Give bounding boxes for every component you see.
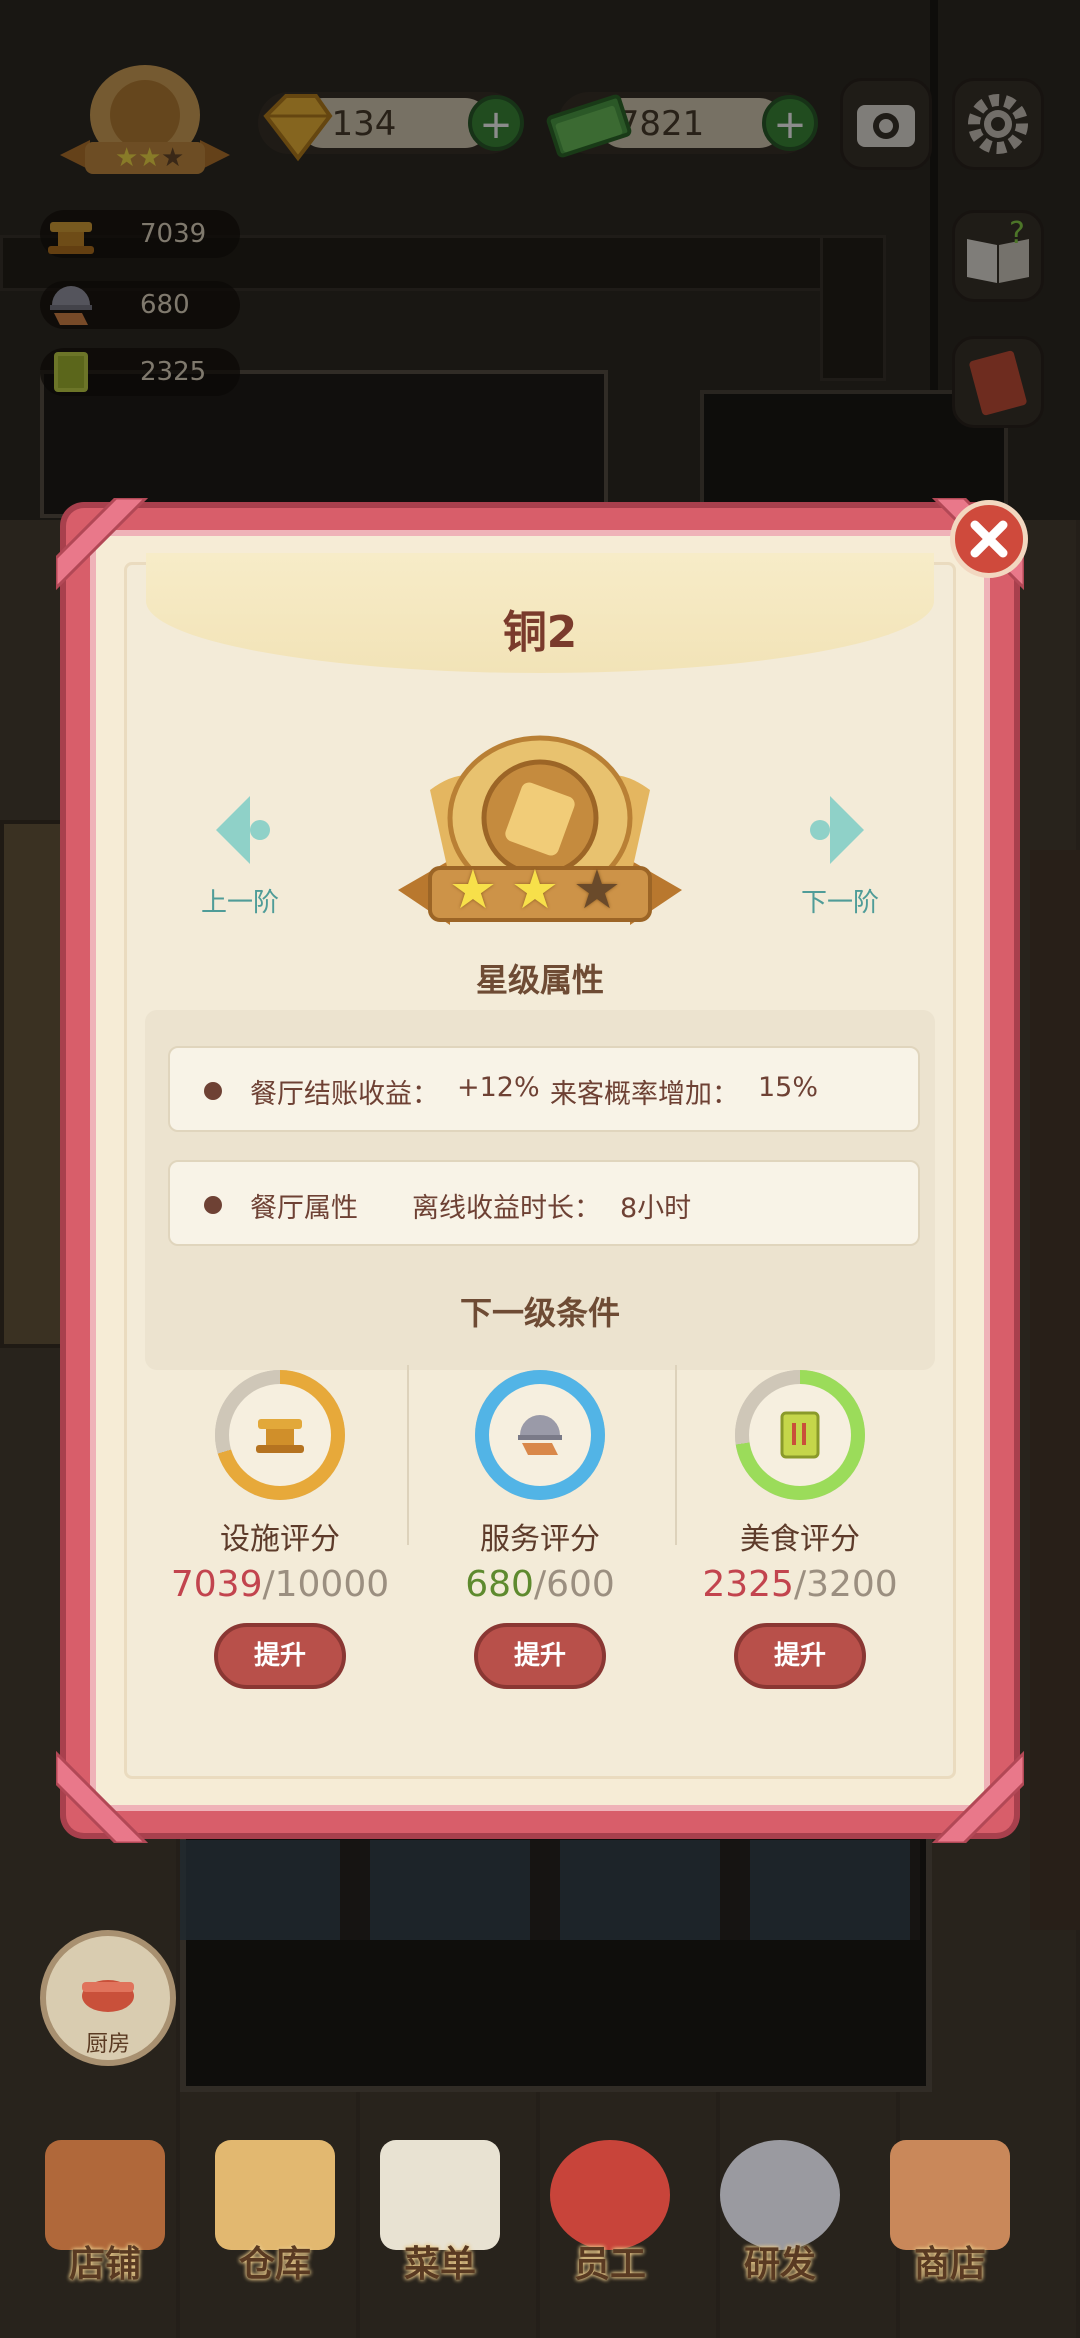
service-score: 680/600: [430, 1564, 650, 1605]
offline-income-value: 8小时: [620, 1193, 692, 1224]
food-score: 2325/3200: [690, 1564, 910, 1605]
service-score-required: /600: [533, 1564, 615, 1605]
nav-shop-label: 商店: [913, 2244, 986, 2285]
nav-store-label: 店铺: [68, 2244, 141, 2285]
column-divider: [675, 1365, 677, 1545]
clipboard-icon: [380, 2140, 500, 2250]
close-icon: [970, 520, 1008, 558]
food-requirement: 美食评分 2325/3200 提升: [690, 1370, 910, 1689]
service-progress-ring: [475, 1370, 605, 1500]
upgrade-food-button[interactable]: 提升: [734, 1623, 866, 1689]
arrow-left-icon: [216, 796, 270, 864]
chef-icon: [550, 2140, 670, 2250]
guest-rate-value: 15%: [758, 1072, 819, 1103]
checkout-income-value: +12%: [457, 1072, 540, 1103]
rank-star-icon: ★: [572, 858, 622, 921]
pot-icon: [82, 1980, 134, 2012]
facility-score: 7039/10000: [170, 1564, 390, 1605]
service-score-current: 680: [465, 1564, 534, 1605]
facility-requirement: 设施评分 7039/10000 提升: [170, 1370, 390, 1689]
rank-stars: ★ ★ ★: [442, 858, 642, 921]
modal-title: 铜2: [502, 607, 578, 658]
attribute-row-offline: 餐厅属性 离线收益时长： 8小时: [168, 1160, 920, 1246]
food-book-icon: [780, 1411, 820, 1459]
nav-menu-label: 菜单: [403, 2244, 476, 2285]
nav-warehouse-label: 仓库: [238, 2244, 311, 2285]
food-score-label: 美食评分: [740, 1522, 860, 1557]
guest-rate-label: 来客概率增加：: [550, 1079, 739, 1110]
restaurant-attr-label: 餐厅属性: [250, 1193, 358, 1224]
nav-staff[interactable]: 员工: [530, 2120, 690, 2320]
service-requirement: 服务评分 680/600 提升: [430, 1370, 650, 1689]
facility-score-label: 设施评分: [220, 1522, 340, 1557]
column-divider: [407, 1365, 409, 1545]
facility-icon: [256, 1419, 304, 1453]
facility-score-required: /10000: [262, 1564, 390, 1605]
prev-rank-label: 上一阶: [200, 888, 279, 918]
nav-research[interactable]: 研发: [700, 2120, 860, 2320]
food-score-required: /3200: [793, 1564, 898, 1605]
checkout-income-label: 餐厅结账收益：: [250, 1079, 439, 1110]
upgrade-facility-button[interactable]: 提升: [214, 1623, 346, 1689]
market-stall-icon: [890, 2140, 1010, 2250]
nav-research-label: 研发: [743, 2244, 816, 2285]
corner-ribbon-icon: [56, 1750, 149, 1843]
facility-progress-ring: [215, 1370, 345, 1500]
attribute-row-income: 餐厅结账收益： +12% 来客概率增加： 15%: [168, 1046, 920, 1132]
upgrade-service-button[interactable]: 提升: [474, 1623, 606, 1689]
offline-income-label: 离线收益时长：: [412, 1193, 601, 1224]
nav-menu[interactable]: 菜单: [360, 2120, 520, 2320]
service-score-label: 服务评分: [480, 1522, 600, 1557]
next-rank-label: 下一阶: [800, 888, 879, 918]
kitchen-button[interactable]: 厨房: [40, 1930, 176, 2066]
facility-score-current: 7039: [170, 1564, 263, 1605]
arrow-right-icon: [810, 796, 864, 864]
shop-building-icon: [45, 2140, 165, 2250]
bullet-icon: [204, 1196, 222, 1214]
rank-star-icon: ★: [510, 858, 560, 921]
corner-ribbon-icon: [931, 1750, 1024, 1843]
nav-shop[interactable]: 商店: [870, 2120, 1030, 2320]
next-level-title: 下一级条件: [459, 1294, 620, 1332]
food-progress-ring: [735, 1370, 865, 1500]
bottom-navigation: 店铺 仓库 菜单 员工 研发 商店: [0, 2120, 1080, 2338]
nav-warehouse[interactable]: 仓库: [195, 2120, 355, 2320]
prev-rank-button[interactable]: 上一阶: [180, 790, 300, 919]
close-button[interactable]: [950, 500, 1028, 578]
next-rank-button[interactable]: 下一阶: [780, 790, 900, 919]
wok-icon: [720, 2140, 840, 2250]
service-icon: [518, 1415, 562, 1455]
nav-staff-label: 员工: [573, 2244, 646, 2285]
star-attributes-title: 星级属性: [475, 961, 604, 999]
nav-store[interactable]: 店铺: [25, 2120, 185, 2320]
food-score-current: 2325: [702, 1564, 794, 1605]
kitchen-label: 厨房: [85, 2032, 130, 2057]
bullet-icon: [204, 1082, 222, 1100]
crate-icon: [215, 2140, 335, 2250]
rank-star-icon: ★: [448, 858, 498, 921]
